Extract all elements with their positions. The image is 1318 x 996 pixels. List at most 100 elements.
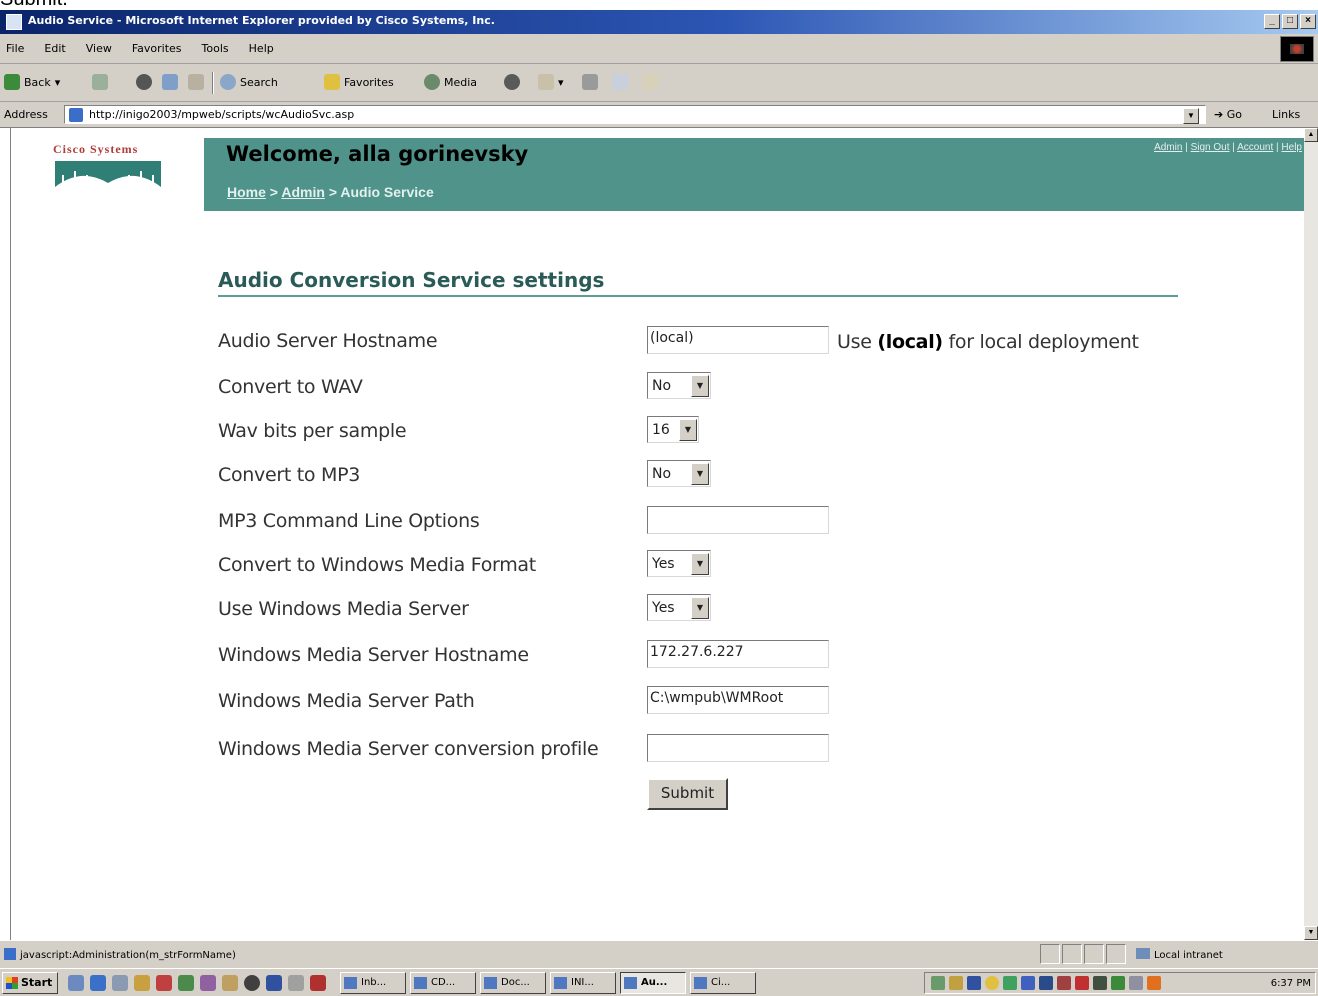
quicklaunch-app-icon[interactable] [200, 975, 216, 991]
media-button[interactable]: Media [424, 74, 477, 90]
maximize-button[interactable]: □ [1282, 14, 1298, 29]
scroll-up-icon[interactable]: ▲ [1304, 128, 1318, 142]
tray-icon[interactable] [1093, 976, 1107, 990]
select-value: Yes [652, 555, 675, 572]
use-wms-select[interactable]: Yes ▼ [647, 594, 711, 621]
audio-server-hostname-input[interactable]: (local) [647, 326, 829, 354]
intranet-icon [1136, 948, 1150, 959]
cisco-logo: Cisco Systems [53, 142, 171, 191]
tray-icon[interactable] [1057, 976, 1071, 990]
tray-icon[interactable] [1111, 976, 1125, 990]
hostname-hint: Use (local) for local deployment [837, 331, 1139, 353]
vertical-scrollbar[interactable]: ▲ ▼ [1304, 128, 1318, 940]
quicklaunch-ie-icon[interactable] [90, 975, 106, 991]
quicklaunch-desktop-icon[interactable] [68, 975, 84, 991]
account-link[interactable]: Account [1237, 142, 1273, 153]
address-dropdown-icon[interactable]: ▼ [1183, 108, 1199, 124]
quicklaunch-outlook-icon[interactable] [112, 975, 128, 991]
quicklaunch-app-icon[interactable] [288, 975, 304, 991]
task-doc[interactable]: Doc... [480, 972, 546, 994]
mp3-options-input[interactable] [647, 506, 829, 534]
menu-file[interactable]: File [6, 42, 24, 55]
refresh-button[interactable] [162, 74, 178, 90]
task-audio-service[interactable]: Au... [620, 972, 686, 994]
edit-button[interactable] [612, 74, 628, 90]
quicklaunch-app-icon[interactable] [266, 975, 282, 991]
quicklaunch-app-icon[interactable] [178, 975, 194, 991]
edit-icon [612, 74, 628, 90]
breadcrumb-separator: > [328, 184, 337, 200]
tray-icon[interactable] [1147, 976, 1161, 990]
convert-to-wav-select[interactable]: No ▼ [647, 372, 711, 399]
address-input[interactable]: http://inigo2003/mpweb/scripts/wcAudioSv… [64, 105, 1206, 124]
discuss-button[interactable] [642, 74, 658, 90]
menu-help[interactable]: Help [249, 42, 274, 55]
minimize-button[interactable]: _ [1264, 14, 1280, 29]
search-label: Search [240, 75, 278, 89]
home-button[interactable] [188, 74, 204, 90]
quicklaunch-folder-icon[interactable] [134, 975, 150, 991]
wms-path-input[interactable]: C:\wmpub\WMRoot [647, 686, 829, 714]
scroll-down-icon[interactable]: ▼ [1304, 926, 1318, 940]
tray-icon[interactable] [1039, 976, 1053, 990]
wms-profile-input[interactable] [647, 734, 829, 762]
back-button[interactable]: Back ▾ [4, 74, 60, 90]
start-button[interactable]: Start [2, 972, 58, 994]
tray-icon[interactable] [931, 976, 945, 990]
task-inbox[interactable]: Inb... [340, 972, 406, 994]
field-label: Windows Media Server Hostname [218, 644, 529, 666]
mail-dropdown-icon: ▾ [558, 75, 564, 89]
mail-button[interactable]: ▾ [538, 74, 564, 90]
tray-icon[interactable] [949, 976, 963, 990]
favorites-button[interactable]: Favorites [324, 74, 394, 90]
go-button[interactable]: ➔ Go [1214, 108, 1242, 121]
convert-to-wmf-select[interactable]: Yes ▼ [647, 550, 711, 577]
print-icon [582, 74, 598, 90]
sign-out-link[interactable]: Sign Out [1191, 142, 1230, 153]
window-controls: _ □ × [1264, 14, 1316, 29]
wms-hostname-input[interactable]: 172.27.6.227 [647, 640, 829, 668]
print-button[interactable] [582, 74, 598, 90]
toolbar-separator [212, 72, 214, 94]
convert-to-mp3-select[interactable]: No ▼ [647, 460, 711, 487]
wav-bits-select[interactable]: 16 ▼ [647, 416, 699, 443]
form-row-wms-profile: Windows Media Server conversion profile [218, 734, 1268, 774]
select-value: Yes [652, 599, 675, 616]
forward-button[interactable] [92, 74, 108, 90]
help-link[interactable]: Help [1281, 142, 1302, 153]
tray-icon[interactable] [1075, 976, 1089, 990]
form-row-wav-bits: Wav bits per sample 16 ▼ [218, 416, 1268, 456]
menu-view[interactable]: View [86, 42, 112, 55]
menu-edit[interactable]: Edit [44, 42, 65, 55]
menu-bar: File Edit View Favorites Tools Help [0, 34, 1318, 64]
breadcrumb-admin-link[interactable]: Admin [281, 184, 325, 200]
tray-icon[interactable] [967, 976, 981, 990]
tray-icon[interactable] [1003, 976, 1017, 990]
tray-icon[interactable] [1129, 976, 1143, 990]
admin-link[interactable]: Admin [1154, 142, 1182, 153]
quicklaunch-app-icon[interactable] [156, 975, 172, 991]
task-cisco[interactable]: Ci... [690, 972, 756, 994]
forward-arrow-icon [92, 74, 108, 90]
submit-button[interactable]: Submit [647, 778, 728, 810]
task-cd[interactable]: CD... [410, 972, 476, 994]
form-row-mp3-options: MP3 Command Line Options [218, 506, 1268, 546]
tray-icon[interactable] [1021, 976, 1035, 990]
back-label: Back [24, 75, 51, 89]
menu-favorites[interactable]: Favorites [132, 42, 182, 55]
links-button[interactable]: Links [1272, 108, 1300, 121]
history-icon [504, 74, 520, 90]
task-ini[interactable]: INI... [550, 972, 616, 994]
stop-button[interactable] [136, 74, 152, 90]
menu-tools[interactable]: Tools [202, 42, 229, 55]
welcome-text: Welcome, alla gorinevsky [226, 142, 529, 166]
quicklaunch-app-icon[interactable] [310, 975, 326, 991]
history-button[interactable] [504, 74, 520, 90]
media-icon [424, 74, 440, 90]
breadcrumb-home-link[interactable]: Home [227, 184, 266, 200]
search-button[interactable]: Search [220, 74, 278, 90]
close-button[interactable]: × [1300, 14, 1316, 29]
quicklaunch-app-icon[interactable] [244, 975, 260, 991]
tray-icon[interactable] [985, 976, 999, 990]
quicklaunch-app-icon[interactable] [222, 975, 238, 991]
